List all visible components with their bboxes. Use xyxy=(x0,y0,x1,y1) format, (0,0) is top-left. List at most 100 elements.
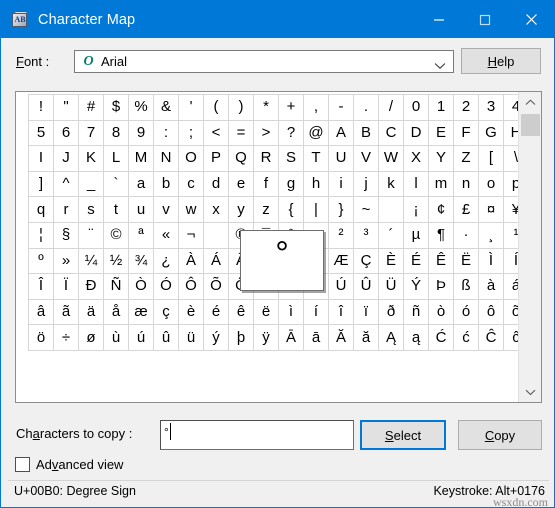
character-cell[interactable]: L xyxy=(103,145,129,172)
character-cell[interactable]: Ć xyxy=(428,324,454,351)
character-cell[interactable]: Ó xyxy=(153,273,179,300)
character-cell[interactable] xyxy=(378,196,404,223)
character-cell[interactable]: ³ xyxy=(353,221,379,249)
character-cell[interactable]: s xyxy=(78,196,104,223)
character-cell[interactable]: % xyxy=(128,94,154,121)
character-cell[interactable]: Ú xyxy=(328,273,354,300)
character-cell[interactable]: Ë xyxy=(453,247,479,275)
character-cell[interactable]: « xyxy=(153,221,179,249)
character-cell[interactable]: 2 xyxy=(453,94,479,121)
character-cell[interactable]: ) xyxy=(228,94,254,121)
character-cell[interactable]: ø xyxy=(78,324,104,351)
character-cell[interactable]: 9 xyxy=(128,119,154,147)
character-cell[interactable]: l xyxy=(403,170,429,198)
character-cell[interactable]: d xyxy=(203,170,229,198)
character-cell[interactable]: [ xyxy=(478,145,504,172)
character-cell[interactable]: ă xyxy=(353,324,379,351)
character-cell[interactable]: O xyxy=(178,145,204,172)
character-cell[interactable]: ò xyxy=(428,298,454,326)
character-cell[interactable]: T xyxy=(303,145,329,172)
character-cell[interactable]: î xyxy=(328,298,354,326)
character-cell[interactable]: À xyxy=(178,247,204,275)
character-cell[interactable]: § xyxy=(53,221,79,249)
character-cell[interactable]: Ð xyxy=(78,273,104,300)
character-cell[interactable]: ¨ xyxy=(78,221,104,249)
character-cell[interactable]: b xyxy=(153,170,179,198)
character-cell[interactable]: ¾ xyxy=(128,247,154,275)
character-cell[interactable]: V xyxy=(353,145,379,172)
character-cell[interactable]: ¶ xyxy=(428,221,454,249)
character-cell[interactable]: ã xyxy=(53,298,79,326)
character-cell[interactable]: = xyxy=(228,119,254,147)
select-button[interactable]: Select xyxy=(360,420,446,450)
character-cell[interactable]: ¢ xyxy=(428,196,454,223)
character-cell[interactable]: ; xyxy=(178,119,204,147)
character-cell[interactable]: Ĉ xyxy=(478,324,504,351)
character-cell[interactable]: N xyxy=(153,145,179,172)
character-cell[interactable]: G xyxy=(478,119,504,147)
character-cell[interactable]: ç xyxy=(153,298,179,326)
character-cell[interactable]: ú xyxy=(128,324,154,351)
character-cell[interactable]: © xyxy=(103,221,129,249)
character-cell[interactable]: Á xyxy=(203,247,229,275)
character-cell[interactable]: · xyxy=(453,221,479,249)
character-cell[interactable]: c xyxy=(178,170,204,198)
character-cell[interactable]: ä xyxy=(78,298,104,326)
character-cell[interactable]: ¬ xyxy=(178,221,204,249)
scroll-up-button[interactable] xyxy=(519,92,542,112)
character-cell[interactable]: ª xyxy=(128,221,154,249)
character-cell[interactable]: ¿ xyxy=(153,247,179,275)
character-cell[interactable]: & xyxy=(153,94,179,121)
character-cell[interactable]: U xyxy=(328,145,354,172)
character-cell[interactable]: þ xyxy=(228,324,254,351)
character-cell[interactable]: M xyxy=(128,145,154,172)
close-button[interactable] xyxy=(508,1,554,38)
character-cell[interactable]: : xyxy=(153,119,179,147)
character-cell[interactable]: ¸ xyxy=(478,221,504,249)
character-cell[interactable]: Ò xyxy=(128,273,154,300)
character-cell[interactable]: ą xyxy=(403,324,429,351)
character-cell[interactable]: w xyxy=(178,196,204,223)
font-combobox[interactable]: O Arial xyxy=(74,50,454,73)
character-cell[interactable]: ì xyxy=(278,298,304,326)
character-cell[interactable]: Ç xyxy=(353,247,379,275)
character-cell[interactable]: ! xyxy=(28,94,54,121)
character-cell[interactable]: o xyxy=(478,170,504,198)
character-cell[interactable]: t xyxy=(103,196,129,223)
character-cell[interactable]: è xyxy=(178,298,204,326)
character-cell[interactable]: 8 xyxy=(103,119,129,147)
character-cell[interactable]: Õ xyxy=(203,273,229,300)
character-cell[interactable]: Ă xyxy=(328,324,354,351)
character-cell[interactable]: 6 xyxy=(53,119,79,147)
character-cell[interactable]: Ï xyxy=(53,273,79,300)
character-cell[interactable]: u xyxy=(128,196,154,223)
character-cell[interactable]: P xyxy=(203,145,229,172)
character-cell[interactable]: ö xyxy=(28,324,54,351)
character-cell[interactable]: » xyxy=(53,247,79,275)
copy-button[interactable]: Copy xyxy=(458,420,542,450)
character-cell[interactable]: f xyxy=(253,170,279,198)
minimize-button[interactable] xyxy=(416,1,462,38)
character-cell[interactable]: â xyxy=(28,298,54,326)
character-cell[interactable]: ­ xyxy=(203,221,229,249)
character-grid[interactable]: ! " # $% & '() * +, -./0 1 2 3 4 5 6 7 8 9:; < = >? @ A B C D E F G H… xyxy=(28,94,529,351)
character-cell[interactable]: ñ xyxy=(403,298,429,326)
character-cell[interactable]: 1 xyxy=(428,94,454,121)
character-cell[interactable]: | xyxy=(303,196,329,223)
character-cell[interactable]: j xyxy=(353,170,379,198)
character-cell[interactable]: Þ xyxy=(428,273,454,300)
character-cell[interactable]: @ xyxy=(303,119,329,147)
character-cell[interactable]: é xyxy=(203,298,229,326)
chevron-down-icon[interactable] xyxy=(434,57,446,75)
character-cell[interactable]: ] xyxy=(28,170,54,198)
character-cell[interactable]: É xyxy=(403,247,429,275)
character-cell[interactable]: ù xyxy=(103,324,129,351)
character-cell[interactable]: , xyxy=(303,94,329,121)
character-cell[interactable]: ~ xyxy=(353,196,379,223)
character-cell[interactable]: ā xyxy=(303,324,329,351)
character-cell[interactable]: Ā xyxy=(278,324,304,351)
character-cell[interactable]: ' xyxy=(178,94,204,121)
character-cell[interactable]: > xyxy=(253,119,279,147)
character-cell[interactable]: ¤ xyxy=(478,196,504,223)
character-cell[interactable]: ¼ xyxy=(78,247,104,275)
